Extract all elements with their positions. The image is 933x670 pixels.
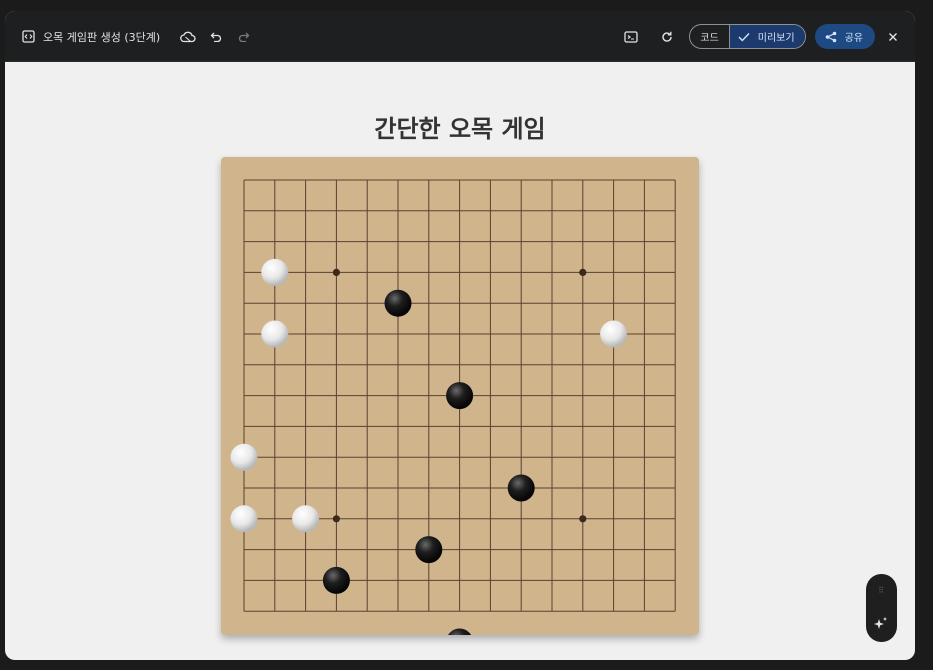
black-stone [322, 566, 350, 594]
black-stone [415, 536, 443, 564]
drag-handle-icon[interactable]: ⠿ [866, 586, 897, 595]
star-point [579, 268, 587, 276]
star-point [332, 268, 340, 276]
white-stone [261, 320, 289, 348]
preview-toggle-button[interactable]: 미리보기 [728, 25, 805, 48]
white-stone [292, 505, 320, 533]
app-window: 오목 게임판 생성 (3단계) 코드 미리보기 공유 간단한 오목 게임 ⠿ [5, 11, 915, 660]
code-toggle-button[interactable]: 코드 [690, 25, 728, 48]
view-toggle: 코드 미리보기 [689, 24, 806, 49]
black-stone [448, 628, 472, 635]
black-stone [507, 474, 535, 502]
game-title: 간단한 오목 게임 [374, 115, 546, 143]
preview-area: 간단한 오목 게임 ⠿ [5, 62, 915, 660]
omok-board[interactable] [221, 157, 699, 635]
top-toolbar: 오목 게임판 생성 (3단계) 코드 미리보기 공유 [5, 11, 915, 62]
close-button[interactable] [881, 25, 905, 49]
star-point [332, 515, 340, 523]
share-icon [825, 31, 836, 42]
black-stone [384, 289, 412, 317]
share-label: 공유 [844, 33, 863, 44]
code-file-icon [21, 25, 35, 49]
check-icon [738, 32, 750, 42]
white-stone [230, 443, 258, 471]
share-button[interactable]: 공유 [814, 24, 875, 49]
cloud-icon[interactable] [176, 25, 200, 49]
refresh-icon[interactable] [655, 25, 679, 49]
sparkle-icon[interactable] [873, 616, 889, 632]
undo-icon[interactable] [204, 25, 228, 49]
document-title: 오목 게임판 생성 (3단계) [43, 30, 161, 44]
floating-assist-panel: ⠿ [866, 574, 897, 642]
white-stone [600, 320, 628, 348]
terminal-icon[interactable] [619, 25, 643, 49]
black-stone [446, 382, 474, 410]
preview-label: 미리보기 [757, 33, 795, 44]
redo-icon[interactable] [232, 25, 256, 49]
star-point [579, 515, 587, 523]
white-stone [261, 258, 289, 286]
white-stone [230, 505, 258, 533]
close-icon [889, 32, 897, 41]
